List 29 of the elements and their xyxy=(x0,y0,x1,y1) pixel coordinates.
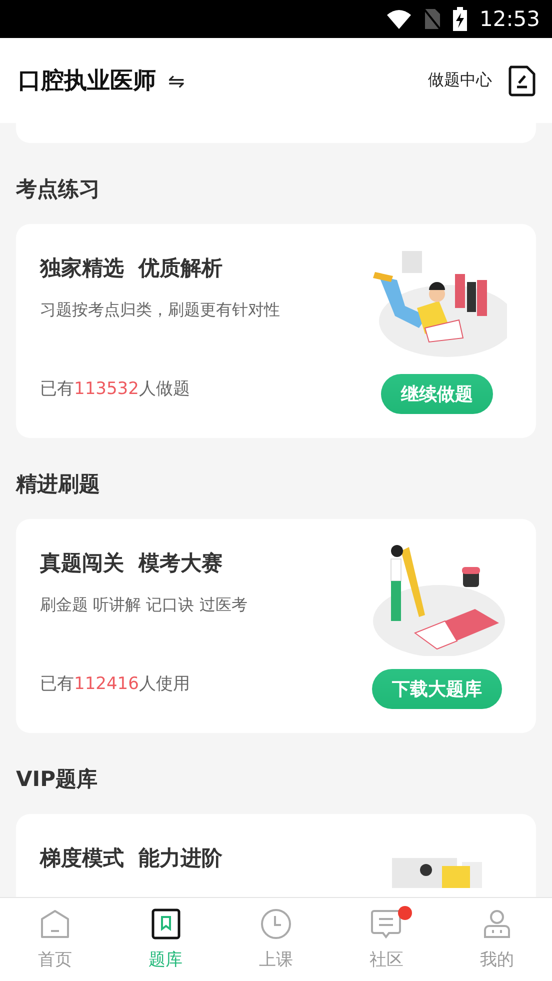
card-subtitle: 刷金题 听讲解 记口诀 过医考 xyxy=(40,595,248,616)
nav-tab[interactable]: 上课 xyxy=(220,898,332,981)
action-button[interactable]: 下载大题库 xyxy=(372,669,502,709)
page-title: 口腔执业医师 xyxy=(18,67,156,96)
wifi-icon xyxy=(387,9,412,29)
card-subtitle: 习题按考点归类，刷题更有针对性 xyxy=(40,300,281,321)
home-icon xyxy=(39,908,72,940)
nav-tab[interactable]: 题库 xyxy=(110,898,221,981)
practice-center-link[interactable]: 做题中心 xyxy=(428,70,492,91)
nav-tab[interactable]: 社区 xyxy=(331,898,442,981)
bookmark-icon xyxy=(150,908,181,940)
battery-charging-icon xyxy=(453,7,468,31)
nav-tab[interactable]: 我的 xyxy=(442,898,552,981)
switch-icon[interactable]: ⇋ xyxy=(168,68,185,92)
card-headline: 独家精选 优质解析 xyxy=(40,255,224,282)
section-title: VIP题库 xyxy=(16,766,98,790)
user-count: 已有113532人做题 xyxy=(40,378,191,400)
no-sim-icon xyxy=(423,8,442,30)
action-button[interactable]: 继续做题 xyxy=(381,374,493,414)
card-headline: 梯度模式 能力进阶 xyxy=(40,845,224,872)
nav-tab[interactable]: 首页 xyxy=(0,898,110,981)
clock-icon xyxy=(260,908,292,940)
edit-document-icon[interactable] xyxy=(508,64,536,96)
section-title: 考点练习 xyxy=(16,176,101,200)
clock-time: 12:53 xyxy=(479,7,540,31)
user-count: 已有112416人使用 xyxy=(40,673,191,695)
section-title: 精进刷题 xyxy=(16,471,101,495)
chat-icon xyxy=(370,908,402,940)
card-headline: 真题闯关 模考大赛 xyxy=(40,550,224,577)
